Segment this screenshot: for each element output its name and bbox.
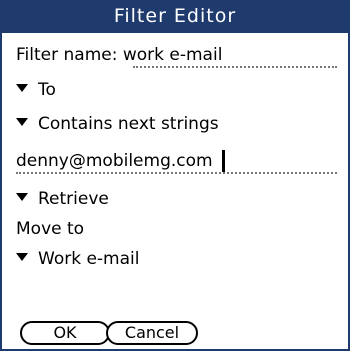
filter-name-label: Filter name: <box>16 45 118 65</box>
filter-editor-window: Filter Editor Filter name: work e-mail T… <box>0 0 350 351</box>
dropdown-triangle-icon <box>16 253 28 261</box>
dropdown-triangle-icon <box>16 84 28 92</box>
window-title: Filter Editor <box>2 0 348 33</box>
condition-picker-value: Contains next strings <box>38 114 219 134</box>
field-picker[interactable]: To <box>16 79 56 101</box>
match-string-input[interactable]: denny@mobilemg.com <box>16 150 213 172</box>
cancel-button[interactable]: Cancel <box>106 321 198 345</box>
condition-picker[interactable]: Contains next strings <box>16 113 219 135</box>
field-picker-value: To <box>38 80 56 100</box>
action-picker-value: Retrieve <box>38 189 109 209</box>
filter-name-input[interactable]: work e-mail <box>123 45 223 65</box>
text-cursor <box>222 150 225 172</box>
action-picker[interactable]: Retrieve <box>16 188 109 210</box>
move-to-label: Move to <box>16 219 85 239</box>
filter-name-row: Filter name: work e-mail <box>16 44 222 66</box>
folder-picker-value: Work e-mail <box>38 249 140 269</box>
ok-button[interactable]: OK <box>20 321 110 345</box>
match-string-underline <box>16 172 337 174</box>
dropdown-triangle-icon <box>16 118 28 126</box>
filter-name-underline <box>133 66 337 68</box>
folder-picker[interactable]: Work e-mail <box>16 248 139 270</box>
dropdown-triangle-icon <box>16 193 28 201</box>
match-string-value: denny@mobilemg.com <box>16 151 213 171</box>
